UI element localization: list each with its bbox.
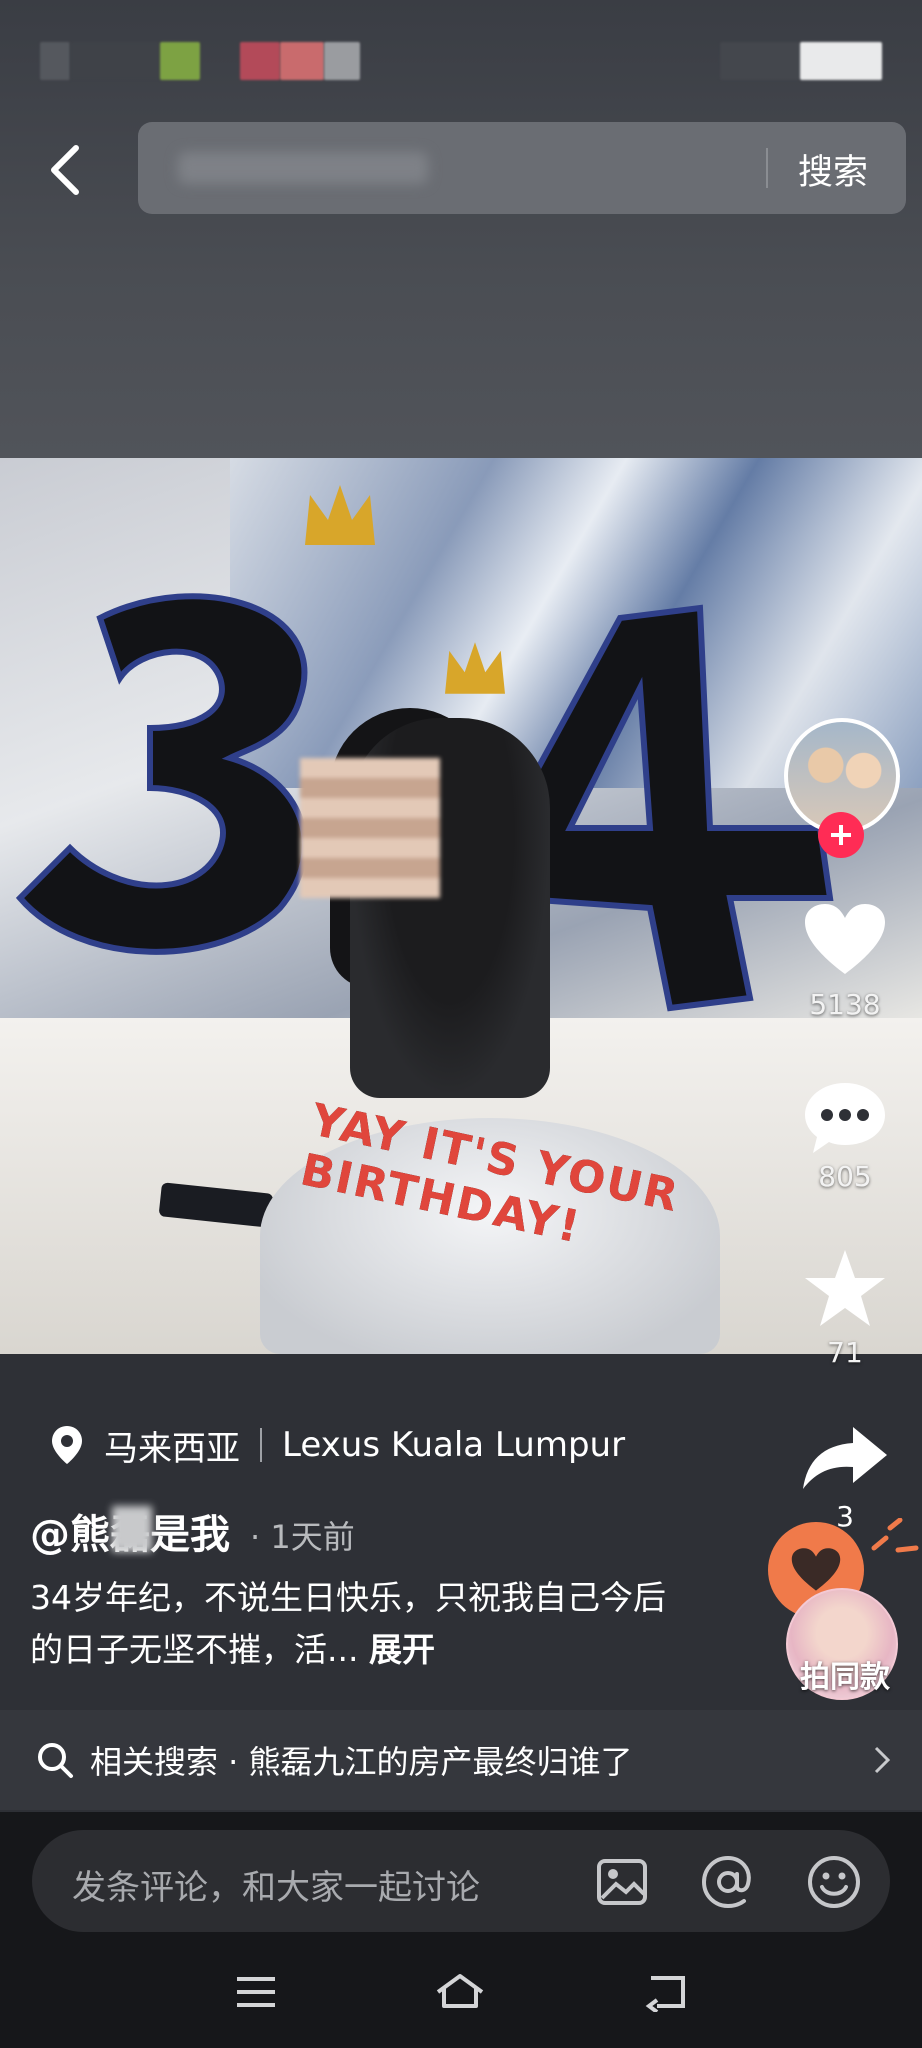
at-icon <box>701 1855 751 1909</box>
back-button[interactable] <box>40 135 90 205</box>
search-button[interactable]: 搜索 <box>798 144 868 195</box>
author-line: @熊磊是我 · 1天前 <box>30 1502 355 1560</box>
shoot-same-button[interactable]: 拍同款 <box>790 1652 900 1696</box>
back-nav-button[interactable] <box>636 1962 696 2022</box>
location-venue: Lexus Kuala Lumpur <box>282 1425 626 1465</box>
comment-button[interactable] <box>800 1078 890 1158</box>
comment-count: 805 <box>818 1160 872 1193</box>
emoji-icon <box>808 1856 860 1908</box>
search-icon <box>38 1743 73 1778</box>
person-face-pixelated <box>300 758 440 898</box>
favorite-button[interactable] <box>800 1248 890 1328</box>
expand-link[interactable]: 展开 <box>369 1630 435 1669</box>
comment-icon <box>805 1083 885 1153</box>
status-block <box>40 42 70 80</box>
heart-icon <box>805 904 885 974</box>
image-button[interactable] <box>592 1852 652 1912</box>
battery-block <box>800 42 882 80</box>
post-time: · 1天前 <box>250 1518 355 1556</box>
location-pin-icon <box>52 1426 82 1464</box>
post-description: 34岁年纪，不说生日快乐，只祝我自己今后的日子无坚不摧，活... 展开 <box>30 1572 670 1676</box>
comment-input[interactable]: 发条评论，和大家一起讨论 <box>32 1830 890 1932</box>
sparkle-icon <box>871 1518 919 1553</box>
chevron-right-icon <box>874 1746 891 1774</box>
menu-icon <box>237 1977 275 2007</box>
heart-icon <box>791 1548 841 1591</box>
search-divider <box>766 148 768 188</box>
plus-icon <box>831 825 851 845</box>
image-icon <box>597 1859 647 1905</box>
menu-nav-button[interactable] <box>226 1962 286 2022</box>
status-block <box>324 42 360 80</box>
emoji-button[interactable] <box>804 1852 864 1912</box>
like-button[interactable] <box>800 900 890 980</box>
back-arrow-icon <box>51 145 79 195</box>
related-search-bar[interactable]: 相关搜索 · 熊磊九江的房产最终归谁了 <box>0 1710 922 1810</box>
description-part-1: 34岁 <box>30 1578 105 1617</box>
share-button[interactable] <box>800 1418 890 1498</box>
mention-button[interactable] <box>698 1852 758 1912</box>
favorite-count: 71 <box>827 1336 863 1369</box>
bottom-bar: 发条评论，和大家一起讨论 <box>0 1812 922 2048</box>
like-count: 5138 <box>809 988 881 1021</box>
status-bar <box>40 38 882 82</box>
location-separator <box>260 1428 262 1462</box>
balloon-number-3 <box>15 593 308 955</box>
status-block <box>280 42 324 80</box>
search-bar[interactable]: 搜索 <box>138 122 906 214</box>
comment-placeholder: 发条评论，和大家一起讨论 <box>72 1868 480 1908</box>
location-country: 马来西亚 <box>104 1428 240 1469</box>
author-name-blur <box>112 1506 152 1552</box>
location-tag[interactable]: 马来西亚 Lexus Kuala Lumpur <box>50 1420 625 1470</box>
description-part-2: 年纪，不说生日快乐，只祝我自己今后的日子无坚不摧，活... <box>30 1578 666 1669</box>
star-icon <box>805 1250 885 1326</box>
crown-icon <box>305 485 375 545</box>
home-nav-button[interactable] <box>430 1962 490 2022</box>
status-block <box>160 42 200 80</box>
home-icon <box>436 1974 484 2008</box>
status-block <box>70 42 160 80</box>
status-block <box>720 42 800 80</box>
search-query-blurred[interactable] <box>178 152 428 184</box>
crown-icon <box>445 642 505 694</box>
status-block <box>240 42 280 80</box>
video-frame[interactable]: YAY IT'S YOUR BIRTHDAY! <box>0 458 922 1354</box>
follow-button[interactable] <box>818 812 864 858</box>
back-nav-icon <box>645 1976 685 2012</box>
share-arrow-icon <box>803 1427 887 1489</box>
related-search-text: 相关搜索 · 熊磊九江的房产最终归谁了 <box>90 1743 633 1781</box>
